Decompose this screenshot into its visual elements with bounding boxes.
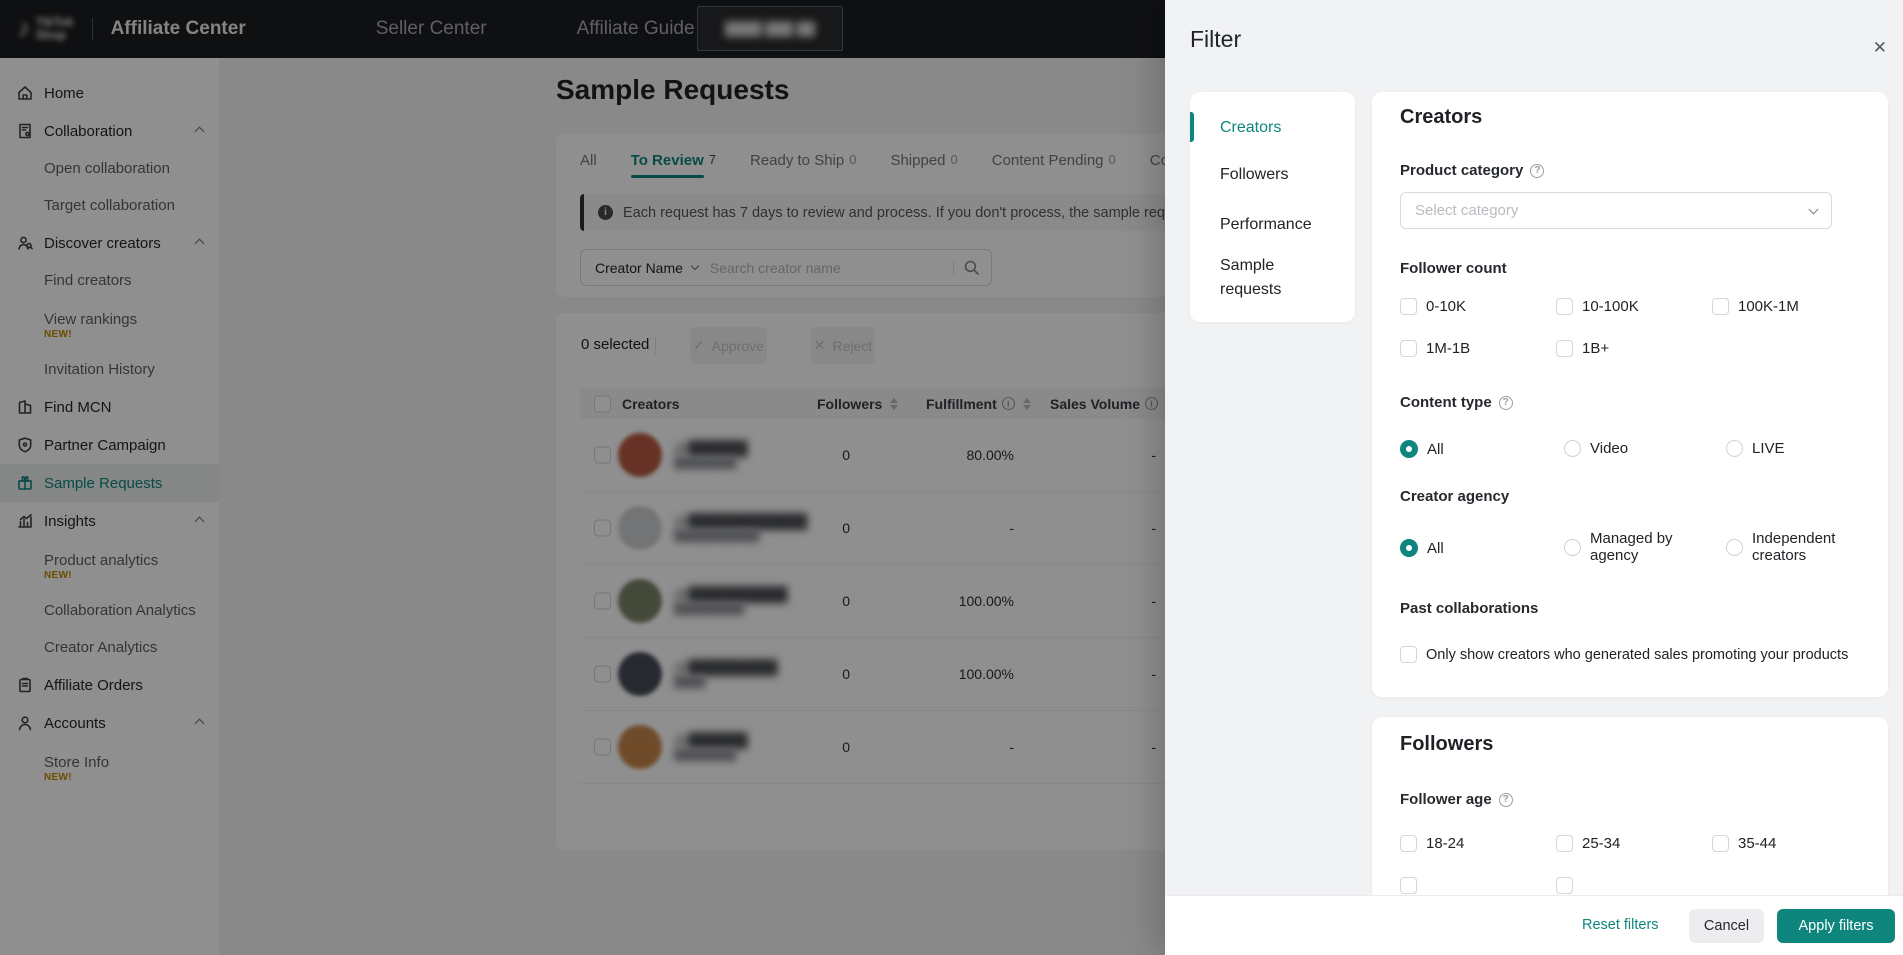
radio-managed-by-agency[interactable]: Managed by agency	[1564, 530, 1702, 564]
radio-selected[interactable]	[1400, 539, 1418, 557]
checkbox[interactable]	[1400, 877, 1417, 894]
checkbox-1m-1b[interactable]: 1M-1B	[1400, 340, 1470, 357]
checkbox[interactable]	[1556, 298, 1573, 315]
filter-footer: Reset filters Cancel Apply filters	[1165, 895, 1903, 955]
option-label: 10-100K	[1582, 298, 1639, 315]
help-icon[interactable]: ?	[1530, 164, 1544, 178]
option-label: All	[1427, 441, 1444, 458]
checkbox-only-show-sales-creators[interactable]: Only show creators who generated sales p…	[1400, 646, 1848, 663]
checkbox-age-25-34[interactable]: 25-34	[1556, 835, 1620, 852]
option-label: All	[1427, 540, 1444, 557]
radio-content-live[interactable]: LIVE	[1726, 440, 1785, 457]
checkbox[interactable]	[1556, 877, 1573, 894]
option-label: 35-44	[1738, 835, 1776, 852]
checkbox-1b-plus[interactable]: 1B+	[1556, 340, 1609, 357]
filter-title: Filter	[1190, 26, 1241, 53]
filter-nav: Creators Followers Performance Sample re…	[1190, 92, 1355, 322]
filter-nav-followers[interactable]: Followers	[1220, 166, 1288, 184]
option-label: 100K-1M	[1738, 298, 1799, 315]
option-label: 1M-1B	[1426, 340, 1470, 357]
radio[interactable]	[1726, 440, 1743, 457]
select-placeholder: Select category	[1415, 202, 1518, 219]
checkbox[interactable]	[1400, 646, 1417, 663]
checkbox-10-100k[interactable]: 10-100K	[1556, 298, 1639, 315]
creator-agency-label: Creator agency	[1400, 488, 1509, 505]
radio[interactable]	[1726, 539, 1743, 556]
option-label: 0-10K	[1426, 298, 1466, 315]
checkbox-age-partial[interactable]	[1556, 877, 1573, 894]
option-label: Managed by agency	[1590, 530, 1702, 564]
section-heading: Followers	[1400, 733, 1493, 756]
filter-drawer: Filter ✕ Creators Followers Performance …	[1165, 0, 1903, 955]
content-type-label: Content type ?	[1400, 394, 1513, 411]
option-label: LIVE	[1752, 440, 1785, 457]
radio[interactable]	[1564, 539, 1581, 556]
option-label: Video	[1590, 440, 1628, 457]
option-label: Only show creators who generated sales p…	[1426, 647, 1848, 663]
apply-filters-button[interactable]: Apply filters	[1777, 909, 1895, 943]
cancel-button[interactable]: Cancel	[1689, 909, 1764, 943]
checkbox[interactable]	[1712, 298, 1729, 315]
help-icon[interactable]: ?	[1499, 396, 1513, 410]
radio-agency-all[interactable]: All	[1400, 539, 1444, 557]
follower-age-label: Follower age ?	[1400, 791, 1513, 808]
checkbox[interactable]	[1556, 340, 1573, 357]
option-label: 1B+	[1582, 340, 1609, 357]
filter-nav-creators[interactable]: Creators	[1220, 119, 1281, 137]
checkbox[interactable]	[1556, 835, 1573, 852]
radio-independent-creators[interactable]: Independent creators	[1726, 530, 1864, 564]
option-label: Independent creators	[1752, 530, 1864, 564]
reset-filters-button[interactable]: Reset filters	[1582, 917, 1659, 933]
checkbox[interactable]	[1712, 835, 1729, 852]
checkbox-age-18-24[interactable]: 18-24	[1400, 835, 1464, 852]
section-heading: Creators	[1400, 106, 1482, 129]
product-category-label: Product category ?	[1400, 162, 1544, 179]
checkbox[interactable]	[1400, 298, 1417, 315]
radio[interactable]	[1564, 440, 1581, 457]
help-icon[interactable]: ?	[1499, 793, 1513, 807]
checkbox[interactable]	[1400, 835, 1417, 852]
option-label: 25-34	[1582, 835, 1620, 852]
category-select[interactable]: Select category	[1400, 192, 1832, 229]
follower-count-label: Follower count	[1400, 260, 1507, 277]
radio-content-all[interactable]: All	[1400, 440, 1444, 458]
checkbox-age-35-44[interactable]: 35-44	[1712, 835, 1776, 852]
active-indicator	[1190, 112, 1194, 142]
close-icon[interactable]: ✕	[1873, 38, 1887, 58]
chevron-down-icon	[1809, 204, 1819, 214]
past-collaborations-label: Past collaborations	[1400, 600, 1538, 617]
checkbox[interactable]	[1400, 340, 1417, 357]
radio-selected[interactable]	[1400, 440, 1418, 458]
filter-nav-performance[interactable]: Performance	[1220, 216, 1312, 234]
checkbox-age-partial[interactable]	[1400, 877, 1417, 894]
checkbox-0-10k[interactable]: 0-10K	[1400, 298, 1466, 315]
checkbox-100k-1m[interactable]: 100K-1M	[1712, 298, 1799, 315]
radio-content-video[interactable]: Video	[1564, 440, 1628, 457]
option-label: 18-24	[1426, 835, 1464, 852]
filter-nav-sample-requests[interactable]: Sample requests	[1220, 254, 1320, 302]
filter-section-creators: Creators Product category ? Select categ…	[1372, 92, 1888, 697]
